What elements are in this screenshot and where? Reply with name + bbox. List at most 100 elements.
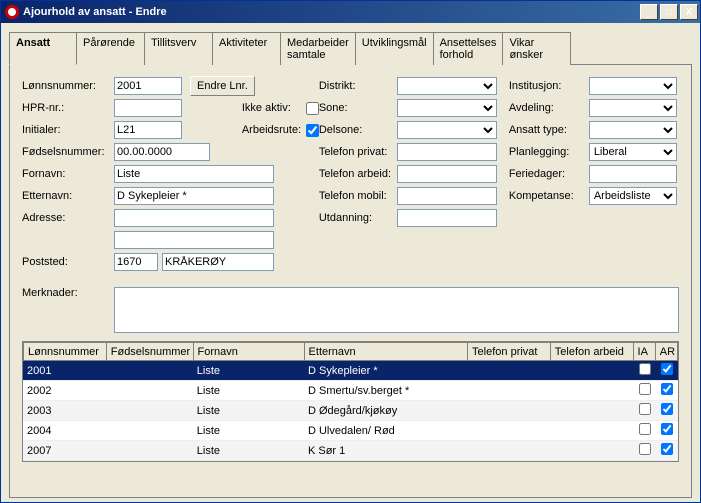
- label-telefon-mobil: Telefon mobil:: [319, 190, 397, 202]
- label-hprnr: HPR-nr.:: [22, 102, 114, 114]
- input-etternavn[interactable]: [114, 187, 274, 205]
- input-telefon-privat[interactable]: [397, 143, 497, 161]
- table-row[interactable]: 2007ListeK Sør 1: [23, 441, 678, 461]
- grid-scroll[interactable]: 2001ListeD Sykepleier *2002ListeD Smertu…: [23, 361, 678, 461]
- input-fodselsnummer[interactable]: [114, 143, 210, 161]
- label-planlegging: Planlegging:: [509, 146, 589, 158]
- tab-medarbeidersamtale[interactable]: Medarbeider samtale: [281, 32, 356, 65]
- titlebar: Ajourhold av ansatt - Endre _ □ X: [1, 1, 700, 23]
- checkbox-ar[interactable]: [661, 363, 673, 375]
- input-poststed[interactable]: [162, 253, 274, 271]
- label-utdanning: Utdanning:: [319, 212, 397, 224]
- label-kompetanse: Kompetanse:: [509, 190, 589, 202]
- window-title: Ajourhold av ansatt - Endre: [23, 6, 640, 18]
- label-avdeling: Avdeling:: [509, 102, 589, 114]
- tab-label: Utviklingsmål: [362, 37, 427, 49]
- label-ikke-aktiv: Ikke aktiv:: [242, 102, 306, 114]
- col-etternavn[interactable]: Etternavn: [304, 343, 468, 361]
- tab-label: Vikar ønsker: [509, 37, 543, 61]
- label-etternavn: Etternavn:: [22, 190, 114, 202]
- input-feriedager[interactable]: [589, 165, 677, 183]
- select-planlegging[interactable]: Liberal: [589, 143, 677, 161]
- input-telefon-arbeid[interactable]: [397, 165, 497, 183]
- input-adresse2[interactable]: [114, 231, 274, 249]
- button-endre-lnr[interactable]: Endre Lnr.: [190, 76, 255, 96]
- tab-label: Medarbeider samtale: [287, 37, 349, 61]
- select-delsone[interactable]: [397, 121, 497, 139]
- tab-label: Ansatt: [16, 37, 50, 49]
- tabstrip: Ansatt Pårørende Tillitsverv Aktiviteter…: [9, 31, 692, 64]
- tab-label: Ansettelses forhold: [440, 37, 497, 61]
- col-telefon-privat[interactable]: Telefon privat: [468, 343, 551, 361]
- input-postnr[interactable]: [114, 253, 158, 271]
- input-hprnr[interactable]: [114, 99, 182, 117]
- label-telefon-arbeid: Telefon arbeid:: [319, 168, 397, 180]
- checkbox-arbeidsrute[interactable]: [306, 124, 319, 137]
- tab-label: Aktiviteter: [219, 37, 267, 49]
- col-telefon-arbeid[interactable]: Telefon arbeid: [550, 343, 633, 361]
- checkbox-ia[interactable]: [639, 383, 651, 395]
- label-institusjon: Institusjon:: [509, 80, 589, 92]
- label-poststed: Poststed:: [22, 256, 114, 268]
- employee-grid: Lønnsnummer Fødselsnummer Fornavn Ettern…: [22, 341, 679, 462]
- input-utdanning[interactable]: [397, 209, 497, 227]
- label-ansatt-type: Ansatt type:: [509, 124, 589, 136]
- label-telefon-privat: Telefon privat:: [319, 146, 397, 158]
- label-delsone: Delsone:: [319, 124, 397, 136]
- checkbox-ar[interactable]: [661, 443, 673, 455]
- select-ansatt-type[interactable]: [589, 121, 677, 139]
- table-row[interactable]: 2004ListeD Ulvedalen/ Rød: [23, 421, 678, 441]
- select-distrikt[interactable]: [397, 77, 497, 95]
- checkbox-ia[interactable]: [639, 403, 651, 415]
- grid-header-row: Lønnsnummer Fødselsnummer Fornavn Ettern…: [24, 343, 678, 361]
- label-lonnsnummer: Lønnsnummer:: [22, 80, 114, 92]
- table-row[interactable]: 2002ListeD Smertu/sv.berget *: [23, 381, 678, 401]
- app-window: Ajourhold av ansatt - Endre _ □ X Ansatt…: [0, 0, 701, 503]
- col-lonnsnummer[interactable]: Lønnsnummer: [24, 343, 107, 361]
- tab-label: Pårørende: [83, 37, 135, 49]
- checkbox-ia[interactable]: [639, 363, 651, 375]
- col-fodselsnummer[interactable]: Fødselsnummer: [106, 343, 193, 361]
- app-icon: [5, 5, 19, 19]
- tab-panel-ansatt: Lønnsnummer: Endre Lnr. HPR-nr.: Ikke ak…: [9, 64, 692, 498]
- label-feriedager: Feriedager:: [509, 168, 589, 180]
- select-institusjon[interactable]: [589, 77, 677, 95]
- tab-aktiviteter[interactable]: Aktiviteter: [213, 32, 281, 65]
- table-row[interactable]: 2003ListeD Ødegård/kjøkøy: [23, 401, 678, 421]
- label-sone: Sone:: [319, 102, 397, 114]
- tab-vikaronsker[interactable]: Vikar ønsker: [503, 32, 571, 65]
- checkbox-ar[interactable]: [661, 423, 673, 435]
- maximize-button[interactable]: □: [660, 4, 678, 20]
- label-fodselsnummer: Fødselsnummer:: [22, 146, 114, 158]
- table-row[interactable]: 2001ListeD Sykepleier *: [23, 361, 678, 381]
- close-button[interactable]: X: [680, 4, 698, 20]
- input-initialer[interactable]: [114, 121, 182, 139]
- textarea-merknader[interactable]: [114, 287, 679, 333]
- col-fornavn[interactable]: Fornavn: [193, 343, 304, 361]
- select-kompetanse[interactable]: Arbeidsliste: [589, 187, 677, 205]
- input-telefon-mobil[interactable]: [397, 187, 497, 205]
- input-lonnsnummer[interactable]: [114, 77, 182, 95]
- input-adresse1[interactable]: [114, 209, 274, 227]
- label-merknader: Merknader:: [22, 287, 114, 333]
- label-fornavn: Fornavn:: [22, 168, 114, 180]
- col-ia[interactable]: IA: [633, 343, 655, 361]
- checkbox-ia[interactable]: [639, 443, 651, 455]
- tab-parorende[interactable]: Pårørende: [77, 32, 145, 65]
- checkbox-ia[interactable]: [639, 423, 651, 435]
- label-arbeidsrute: Arbeidsrute:: [242, 124, 306, 136]
- tab-ansatt[interactable]: Ansatt: [9, 32, 77, 65]
- checkbox-ar[interactable]: [661, 383, 673, 395]
- label-initialer: Initialer:: [22, 124, 114, 136]
- tab-tillitsverv[interactable]: Tillitsverv: [145, 32, 213, 65]
- tab-ansettelsesforhold[interactable]: Ansettelses forhold: [434, 32, 504, 65]
- select-sone[interactable]: [397, 99, 497, 117]
- checkbox-ikke-aktiv[interactable]: [306, 102, 319, 115]
- col-ar[interactable]: AR: [655, 343, 677, 361]
- select-avdeling[interactable]: [589, 99, 677, 117]
- minimize-button[interactable]: _: [640, 4, 658, 20]
- label-distrikt: Distrikt:: [319, 80, 397, 92]
- checkbox-ar[interactable]: [661, 403, 673, 415]
- tab-utviklingsmal[interactable]: Utviklingsmål: [356, 32, 434, 65]
- input-fornavn[interactable]: [114, 165, 274, 183]
